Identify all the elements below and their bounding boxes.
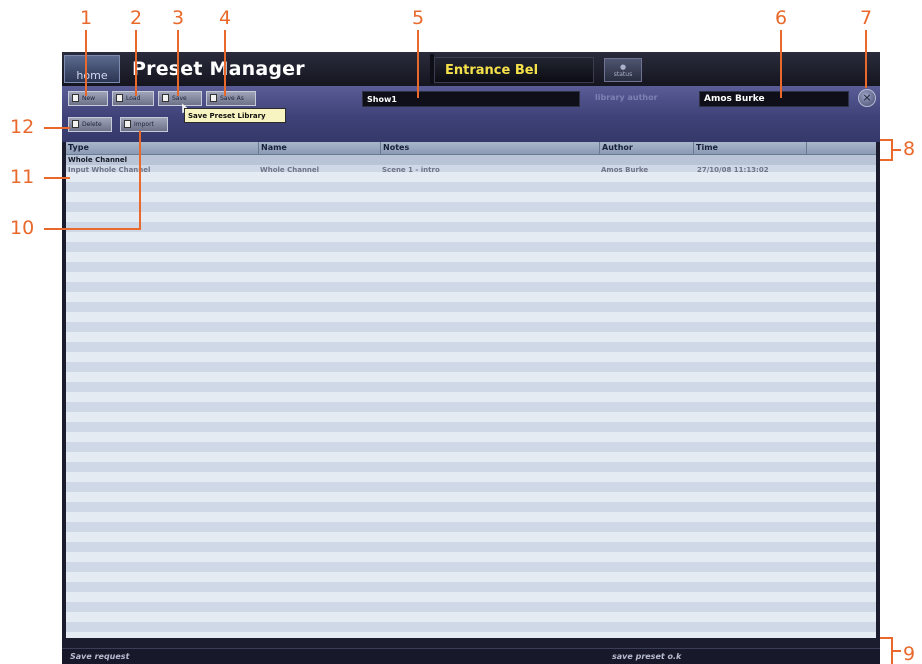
callout-line-10-v (139, 131, 141, 230)
home-button[interactable]: home (64, 55, 120, 83)
close-icon: × (862, 91, 872, 104)
new-button[interactable]: New (68, 91, 108, 106)
import-button-label: Import (134, 121, 154, 128)
callout-7: 7 (860, 7, 873, 29)
callout-line-9 (893, 650, 901, 652)
status-message-left: Save request (70, 652, 130, 661)
callout-line-2 (135, 30, 137, 96)
status-message-right: save preset o.k (612, 652, 682, 661)
show-name-display: Entrance Bel (434, 57, 594, 83)
callout-line-6 (780, 30, 782, 98)
callout-line-3 (177, 30, 179, 96)
callout-bracket-8-bottom (880, 159, 893, 161)
delete-button[interactable]: Delete (68, 117, 112, 132)
library-author-field[interactable]: Amos Burke (699, 91, 849, 107)
callout-1: 1 (80, 7, 93, 29)
callout-line-8 (893, 149, 901, 151)
table-row[interactable]: Input Whole Channel Whole Channel Scene … (66, 165, 876, 175)
save-as-button[interactable]: Save As (206, 91, 256, 106)
preset-manager-window: home Preset Manager Entrance Bel ● statu… (62, 52, 880, 664)
callout-2: 2 (130, 7, 143, 29)
new-document-icon (72, 94, 79, 102)
save-as-button-label: Save As (220, 95, 244, 102)
callout-line-1 (85, 30, 87, 96)
close-button[interactable]: × (858, 89, 876, 107)
callout-12: 12 (10, 116, 35, 138)
status-bar: Save request save preset o.k (62, 648, 880, 664)
callout-8: 8 (903, 138, 916, 160)
import-icon (124, 120, 131, 128)
preset-table[interactable]: Type Name Notes Author Time Whole Channe… (66, 142, 876, 638)
new-button-label: New (82, 95, 96, 102)
column-header-time[interactable]: Time (693, 142, 806, 155)
load-button-label: Load (126, 95, 141, 102)
cell-time: 27/10/08 11:13:02 (697, 166, 769, 174)
callout-10: 10 (10, 217, 35, 239)
delete-button-label: Delete (82, 121, 102, 128)
callout-4: 4 (219, 7, 232, 29)
save-icon (162, 94, 169, 102)
callout-3: 3 (172, 7, 185, 29)
callout-5: 5 (412, 7, 425, 29)
save-tooltip: Save Preset Library (184, 108, 286, 123)
callout-6: 6 (775, 7, 788, 29)
cell-name: Whole Channel (260, 166, 320, 174)
status-icon: ● (619, 63, 627, 71)
import-button[interactable]: Import (120, 117, 168, 132)
callout-line-11 (44, 177, 70, 179)
callout-line-10-h (44, 228, 141, 230)
title-bar: home Preset Manager Entrance Bel ● statu… (62, 52, 880, 86)
save-as-icon (210, 94, 217, 102)
status-button[interactable]: ● status (604, 58, 642, 82)
column-header-author[interactable]: Author (599, 142, 693, 155)
column-header-type[interactable]: Type (66, 142, 258, 155)
load-icon (116, 94, 123, 102)
column-header-notes[interactable]: Notes (380, 142, 599, 155)
callout-line-7 (865, 30, 867, 88)
status-label: status (613, 71, 633, 78)
load-button[interactable]: Load (112, 91, 154, 106)
cell-notes: Scene 1 - intro (382, 166, 440, 174)
delete-icon (72, 120, 79, 128)
callout-line-4 (224, 30, 226, 96)
column-header-name[interactable]: Name (258, 142, 380, 155)
callout-9: 9 (903, 643, 916, 664)
app-title: Preset Manager (132, 58, 305, 80)
callout-line-12 (44, 127, 70, 129)
callout-line-5 (417, 30, 419, 98)
group-row[interactable]: Whole Channel (66, 155, 876, 165)
callout-11: 11 (10, 166, 35, 188)
column-header-spare (806, 142, 876, 155)
library-author-label: library author (595, 93, 658, 102)
table-header: Type Name Notes Author Time (66, 142, 876, 155)
library-name-field[interactable]: Show1 (362, 91, 580, 107)
cell-author: Amos Burke (601, 166, 649, 174)
